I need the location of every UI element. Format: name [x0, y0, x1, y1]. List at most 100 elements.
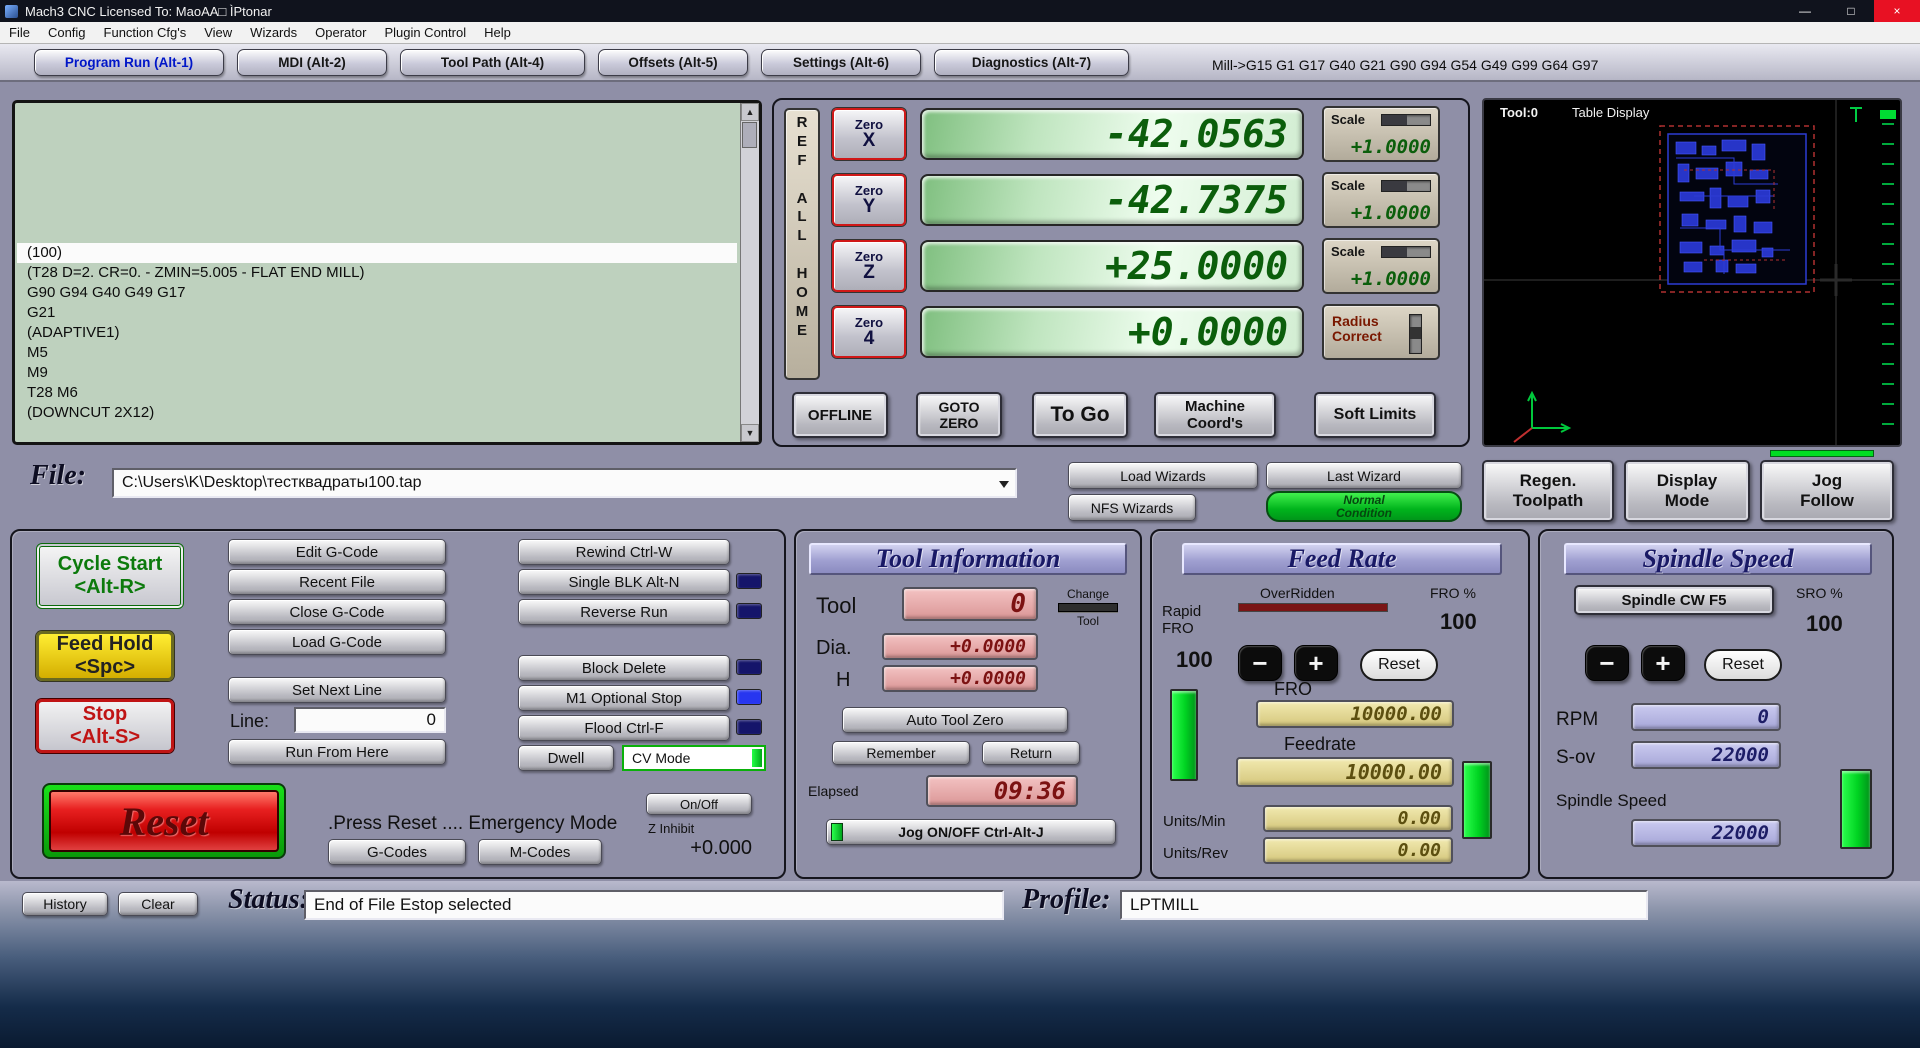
menu-plugin-control[interactable]: Plugin Control — [375, 22, 475, 43]
sro-percent-value[interactable]: 100 — [1806, 611, 1843, 637]
gcode-line[interactable]: G90 G94 G40 G49 G17 — [17, 283, 737, 303]
rapid-fro-value[interactable]: 100 — [1176, 647, 1213, 673]
cv-mode-indicator[interactable]: CV Mode — [622, 745, 766, 771]
close-gcode-button[interactable]: Close G-Code — [228, 599, 446, 625]
feed-reset-button[interactable]: Reset — [1360, 649, 1438, 681]
zero-x-button[interactable]: Zero X — [832, 108, 906, 160]
gcode-line[interactable]: M9 — [17, 363, 737, 383]
goto-zero-button[interactable]: GOTO ZERO — [916, 392, 1002, 438]
set-next-line-button[interactable]: Set Next Line — [228, 677, 446, 703]
feed-plus-button[interactable]: + — [1294, 645, 1338, 681]
change-tool-button[interactable]: Change Tool — [1048, 583, 1128, 631]
menu-function-cfgs[interactable]: Function Cfg's — [95, 22, 196, 43]
menu-operator[interactable]: Operator — [306, 22, 375, 43]
scale-x-value[interactable]: +1.0000 — [1351, 136, 1431, 158]
cycle-start-button[interactable]: Cycle Start <Alt-R> — [36, 543, 184, 609]
tab-tool-path[interactable]: Tool Path (Alt-4) — [400, 48, 585, 76]
scale-z-value[interactable]: +1.0000 — [1351, 268, 1431, 290]
status-message-field[interactable]: End of File Estop selected — [304, 890, 1004, 920]
radius-correct-slider[interactable] — [1409, 314, 1422, 354]
maximize-icon[interactable]: □ — [1828, 0, 1874, 22]
toolpath-display[interactable]: Tool:0 Table Display — [1482, 98, 1902, 447]
tool-diameter-field[interactable]: +0.0000 — [882, 633, 1038, 660]
rpm-field[interactable]: 0 — [1631, 703, 1781, 731]
block-delete-button[interactable]: Block Delete — [518, 655, 730, 681]
tab-settings[interactable]: Settings (Alt-6) — [761, 48, 921, 76]
feed-hold-button[interactable]: Feed Hold <Spc> — [36, 631, 174, 681]
feed-minus-button[interactable]: − — [1238, 645, 1282, 681]
recent-file-button[interactable]: Recent File — [228, 569, 446, 595]
m1-optional-stop-button[interactable]: M1 Optional Stop — [518, 685, 730, 711]
gcode-scrollbar[interactable]: ▲ ▼ — [740, 103, 759, 442]
nfs-wizards-button[interactable]: NFS Wizards — [1068, 494, 1196, 521]
tab-mdi[interactable]: MDI (Alt-2) — [237, 48, 387, 76]
menu-help[interactable]: Help — [475, 22, 520, 43]
menu-view[interactable]: View — [195, 22, 241, 43]
scale-x-slider[interactable] — [1381, 114, 1431, 126]
clear-button[interactable]: Clear — [118, 892, 198, 916]
regen-toolpath-button[interactable]: Regen. Toolpath — [1482, 460, 1614, 522]
g-codes-button[interactable]: G-Codes — [328, 839, 466, 865]
spindle-speed-field[interactable]: 22000 — [1631, 819, 1781, 847]
fro-value-field[interactable]: 10000.00 — [1256, 700, 1454, 728]
zero-4-button[interactable]: Zero 4 — [832, 306, 906, 358]
units-rev-field[interactable]: 0.00 — [1263, 837, 1453, 864]
feedrate-value-field[interactable]: 10000.00 — [1236, 757, 1454, 787]
scroll-down-icon[interactable]: ▼ — [741, 424, 759, 442]
gcode-line[interactable]: G21 — [17, 303, 737, 323]
line-number-field[interactable]: 0 — [294, 707, 446, 733]
last-wizard-button[interactable]: Last Wizard — [1266, 462, 1462, 489]
scale-z-slider[interactable] — [1381, 246, 1431, 258]
menu-wizards[interactable]: Wizards — [241, 22, 306, 43]
reset-button[interactable]: Reset — [42, 783, 286, 859]
toolpath-zoom-slider[interactable] — [1880, 110, 1896, 119]
scale-y-value[interactable]: +1.0000 — [1351, 202, 1431, 224]
close-icon[interactable]: × — [1874, 0, 1920, 22]
remember-button[interactable]: Remember — [832, 741, 970, 765]
run-from-here-button[interactable]: Run From Here — [228, 739, 446, 765]
offline-button[interactable]: OFFLINE — [792, 392, 888, 438]
gcode-line[interactable]: (ADAPTIVE1) — [17, 323, 737, 343]
scale-y-slider[interactable] — [1381, 180, 1431, 192]
dro-x-value[interactable]: -42.0563 — [920, 108, 1304, 160]
load-gcode-button[interactable]: Load G-Code — [228, 629, 446, 655]
m-codes-button[interactable]: M-Codes — [478, 839, 602, 865]
profile-field[interactable]: LPTMILL — [1120, 890, 1648, 920]
flood-button[interactable]: Flood Ctrl-F — [518, 715, 730, 741]
sov-field[interactable]: 22000 — [1631, 741, 1781, 769]
to-go-button[interactable]: To Go — [1032, 392, 1128, 438]
menu-config[interactable]: Config — [39, 22, 95, 43]
soft-limits-button[interactable]: Soft Limits — [1314, 392, 1436, 438]
gcode-current-line[interactable]: (100) — [17, 243, 737, 263]
reverse-run-button[interactable]: Reverse Run — [518, 599, 730, 625]
history-button[interactable]: History — [22, 892, 108, 916]
zero-z-button[interactable]: Zero Z — [832, 240, 906, 292]
rewind-button[interactable]: Rewind Ctrl-W — [518, 539, 730, 565]
jog-follow-button[interactable]: Jog Follow — [1760, 460, 1894, 522]
units-min-field[interactable]: 0.00 — [1263, 805, 1453, 832]
edit-gcode-button[interactable]: Edit G-Code — [228, 539, 446, 565]
file-dropdown-icon[interactable] — [999, 481, 1009, 488]
spindle-plus-button[interactable]: + — [1641, 645, 1685, 681]
dro-y-value[interactable]: -42.7375 — [920, 174, 1304, 226]
display-mode-button[interactable]: Display Mode — [1624, 460, 1750, 522]
file-path-field[interactable]: C:\Users\K\Desktop\тестквадраты100.tap — [112, 468, 1017, 498]
gcode-line[interactable]: (T28 D=2. CR=0. - ZMIN=5.005 - FLAT END … — [17, 263, 737, 283]
spindle-cw-button[interactable]: Spindle CW F5 — [1574, 585, 1774, 615]
z-inhibit-value[interactable]: +0.000 — [672, 837, 752, 860]
gcode-window[interactable]: (100) (T28 D=2. CR=0. - ZMIN=5.005 - FLA… — [12, 100, 762, 445]
jog-onoff-button[interactable]: Jog ON/OFF Ctrl-Alt-J — [826, 819, 1116, 845]
zero-y-button[interactable]: Zero Y — [832, 174, 906, 226]
fro-percent-value[interactable]: 100 — [1440, 609, 1477, 635]
load-wizards-button[interactable]: Load Wizards — [1068, 462, 1258, 489]
tool-height-field[interactable]: +0.0000 — [882, 665, 1038, 692]
toolpath-canvas[interactable] — [1484, 100, 1900, 445]
tab-diagnostics[interactable]: Diagnostics (Alt-7) — [934, 48, 1129, 76]
dwell-button[interactable]: Dwell — [518, 745, 614, 771]
minimize-icon[interactable]: — — [1782, 0, 1828, 22]
tool-number-field[interactable]: 0 — [902, 587, 1038, 621]
gcode-line[interactable]: T28 M6 — [17, 383, 737, 403]
normal-condition-button[interactable]: Normal Condition — [1266, 491, 1462, 522]
scrollbar-thumb[interactable] — [742, 122, 757, 148]
tab-offsets[interactable]: Offsets (Alt-5) — [598, 48, 748, 76]
